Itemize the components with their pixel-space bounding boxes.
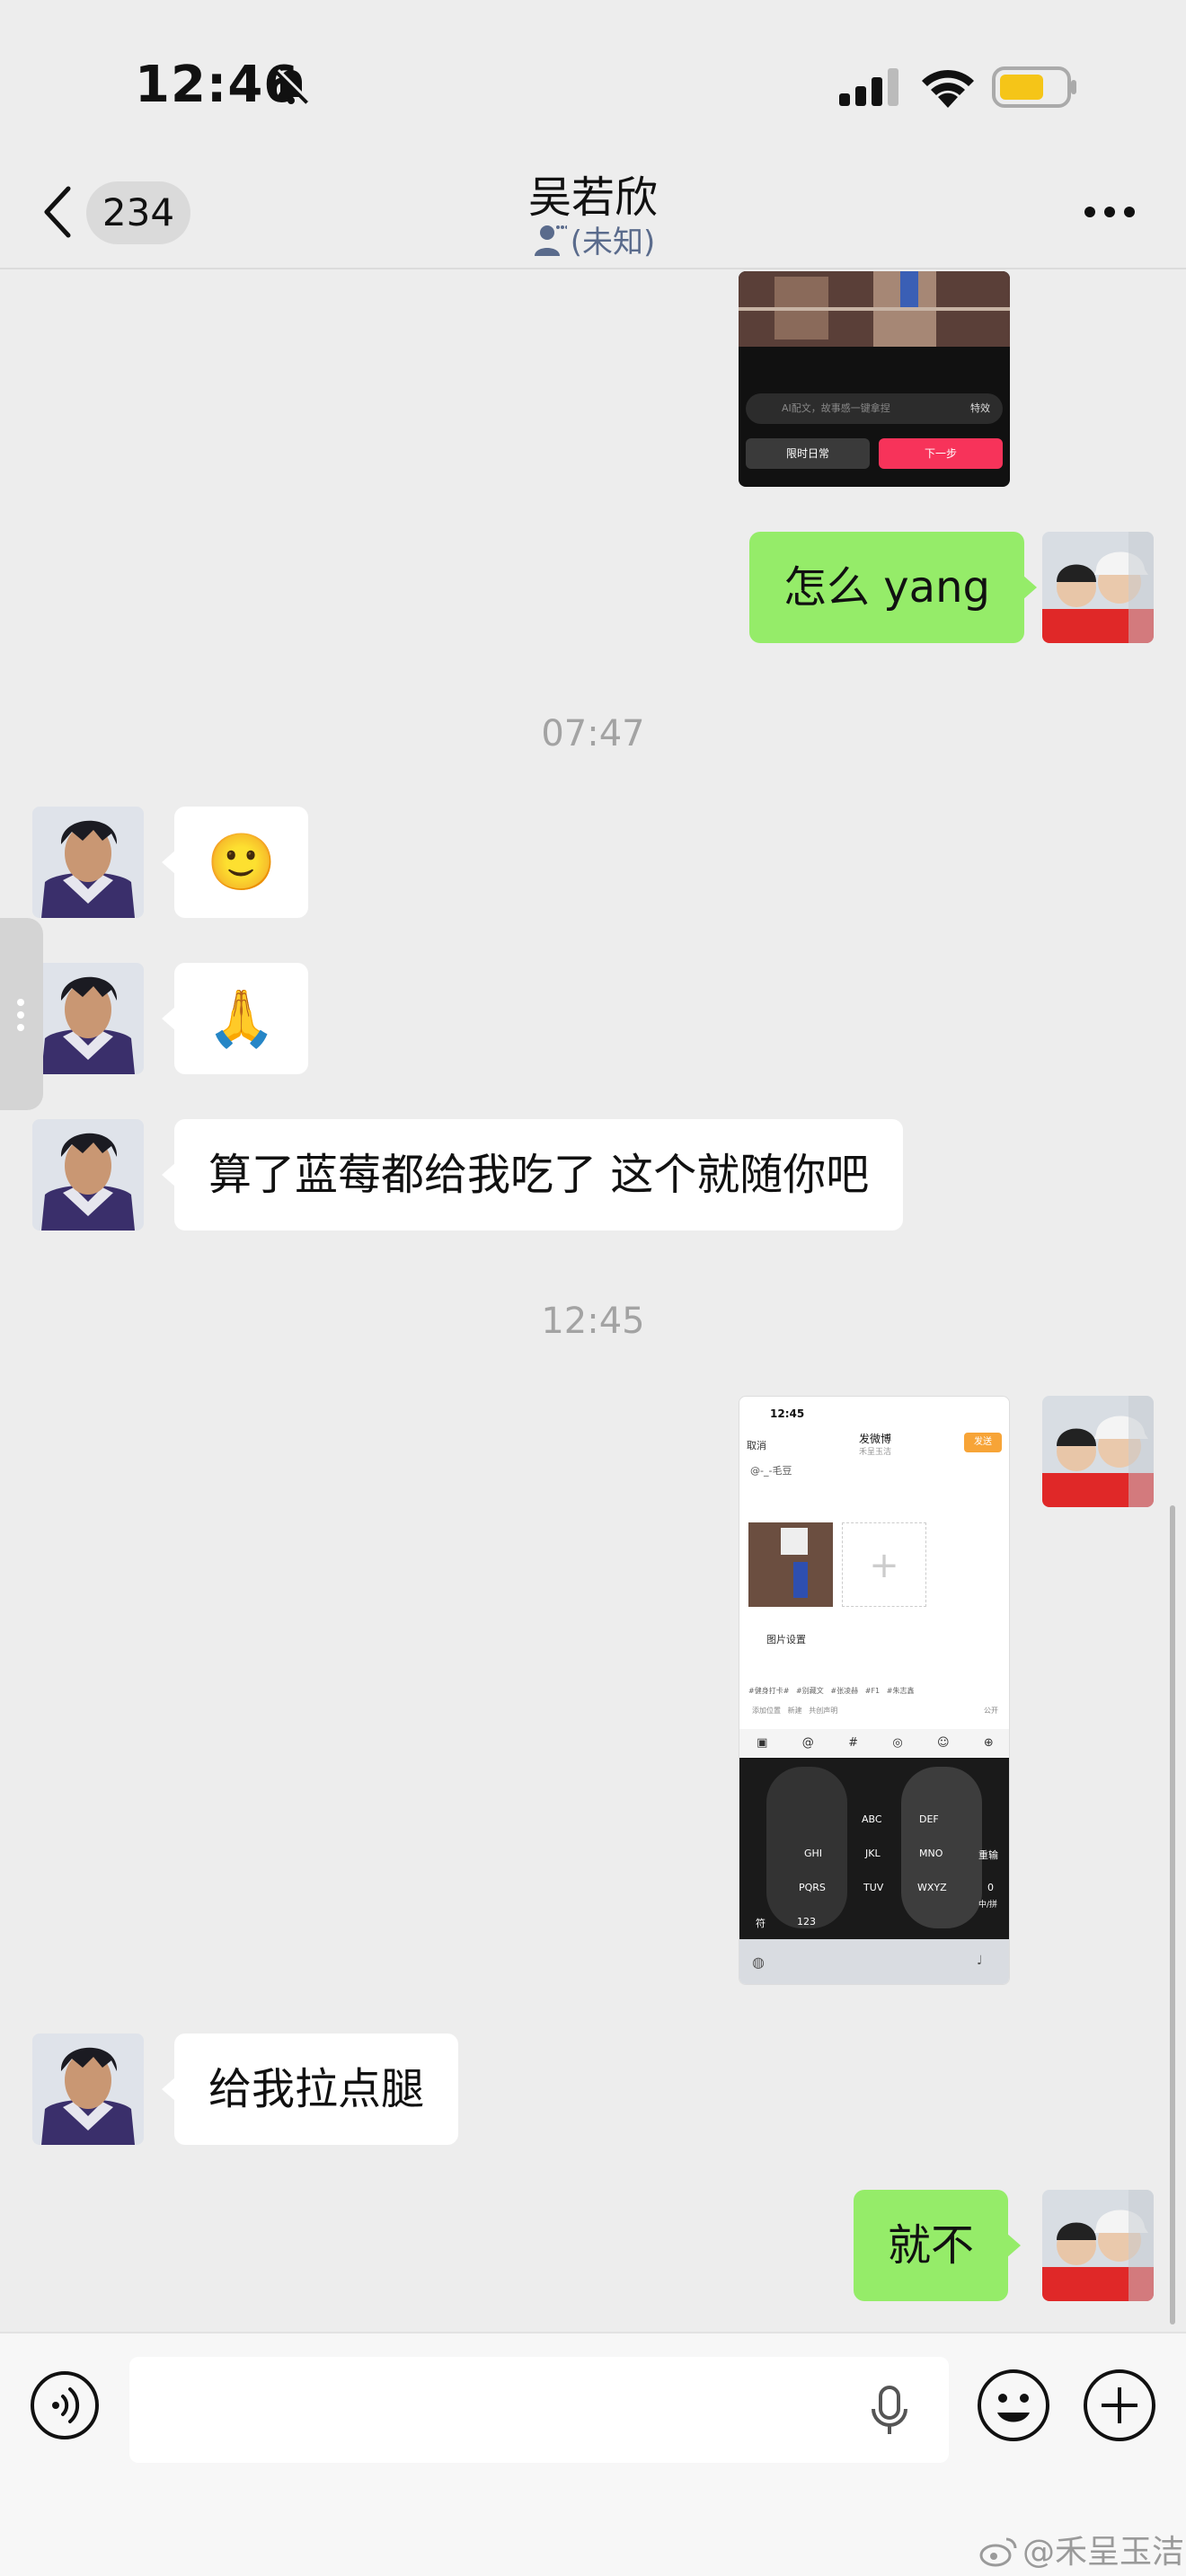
topic-chip: #朱志鑫 [886,1687,915,1695]
contact-avatar-photo [32,1119,144,1231]
key-label: ABC [862,1813,882,1825]
shot-add-image: + [842,1522,926,1607]
key-label: 0 [987,1882,994,1893]
key-label: MNO [919,1848,943,1859]
chat-status-text: (未知) [570,225,656,260]
timestamp: 07:47 [541,713,645,754]
key-label: WXYZ [917,1882,947,1893]
shot-text: @-_-毛豆 [750,1465,792,1477]
key-label: DEF [919,1813,939,1825]
person-status-icon [534,225,567,256]
image-message-tiktok-shot[interactable]: AI配文，故事感一键拿捏 特效 限时日常 下一步 [739,271,1010,487]
topic-chip: #健身打卡# [748,1687,790,1695]
side-drawer-handle[interactable] [0,918,43,1110]
status-bar: 12:46 [0,0,1186,153]
contact-avatar-photo [32,2033,144,2145]
caption-hint-bar: AI配文，故事感一键拿捏 特效 [746,393,1003,424]
contact-avatar-photo [32,807,144,918]
my-avatar[interactable] [1042,532,1154,643]
key-label: 中/拼 [978,1901,998,1910]
emoji-icon[interactable] [976,2368,1051,2443]
topic-chip: #张凌赫 [830,1687,859,1695]
scrollbar[interactable] [1170,1505,1175,2325]
key-label: PQRS [799,1882,826,1893]
voice-mode-icon[interactable] [29,2369,101,2441]
cellular-signal-icon [839,68,898,106]
key-label: 重输 [978,1849,998,1861]
shot-toolbar: ▣ @ # ◎ ☺ ⊕ [739,1729,1009,1756]
next-step-button: 下一步 [879,438,1003,469]
shot-options: 添加位置 新建 共创声明 公开 [752,1706,998,1716]
message-bubble-incoming[interactable]: 算了蓝莓都给我吃了 这个就随你吧 [161,1119,904,1231]
bell-slash-icon [275,68,311,104]
my-avatar[interactable] [1042,2190,1154,2301]
chat-status: (未知) [0,217,1186,261]
shot-send-button: 发送 [964,1433,1002,1452]
shot-keyboard-bottom: ◍ ♩ [739,1939,1009,1984]
watermark: @禾呈玉洁 [979,2526,1184,2572]
contact-avatar[interactable] [32,807,144,918]
message-bubble-incoming[interactable]: 🙏 [161,963,309,1074]
shot-topics: #健身打卡# #别藏文 #张凌赫 #F1 #朱志鑫 [748,1686,914,1696]
contact-avatar[interactable] [32,1119,144,1231]
option-chip: 新建 [787,1707,802,1715]
key-label: GHI [804,1848,823,1859]
effects-label: 特效 [970,402,990,414]
battery-icon [992,66,1076,108]
weibo-icon [979,2537,1017,2567]
my-avatar-photo [1042,532,1154,643]
key-label: JKL [865,1848,881,1859]
chat-title: 吴若欣 [527,172,658,223]
chat-header: 234 吴若欣 (未知) [0,153,1186,269]
message-bubble-outgoing[interactable]: 就不 [854,2190,1022,2301]
shot-thumbnail [748,1522,833,1607]
contact-avatar[interactable] [32,2033,144,2145]
key-label: TUV [863,1882,884,1893]
shot-keyboard: ABC DEF GHI JKL MNO PQRS TUV WXYZ 符 123 … [739,1758,1009,1939]
topic-chip: #F1 [864,1687,881,1695]
caption-hint: AI配文，故事感一键拿捏 [782,402,890,414]
microphone-icon[interactable] [868,2384,911,2438]
my-avatar[interactable] [1042,1396,1154,1507]
contact-avatar[interactable] [32,963,144,1074]
option-chip: 共创声明 [809,1707,838,1715]
my-avatar-photo [1042,2190,1154,2301]
key-label: 符 [756,1918,766,1929]
shot-status-time: 12:45 [770,1407,805,1420]
option-chip: 公开 [984,1707,998,1715]
message-bubble-outgoing[interactable]: 怎么 yang [749,532,1037,643]
key-label: 123 [797,1916,816,1928]
option-chip: 添加位置 [752,1707,781,1715]
message-bubble-incoming[interactable]: 给我拉点腿 [161,2033,459,2145]
watermark-text: @禾呈玉洁 [1022,2534,1185,2571]
topic-chip: #别藏文 [796,1687,824,1695]
contact-avatar-photo [32,963,144,1074]
wifi-icon [922,69,974,108]
more-options-icon[interactable] [1083,205,1137,219]
image-thumbnail [739,271,1010,347]
message-bubble-incoming[interactable]: 🙂 [161,807,309,918]
my-avatar-photo [1042,1396,1154,1507]
shot-image-settings: 图片设置 [766,1634,806,1645]
message-input[interactable] [129,2357,949,2463]
timestamp: 12:45 [541,1301,645,1342]
image-message-weibo-shot[interactable]: 12:45 取消 发微博 禾呈玉洁 发送 @-_-毛豆 + 图片设置 #健身打卡… [739,1396,1010,1985]
left-action-button: 限时日常 [746,438,870,469]
plus-icon[interactable] [1082,2368,1157,2443]
